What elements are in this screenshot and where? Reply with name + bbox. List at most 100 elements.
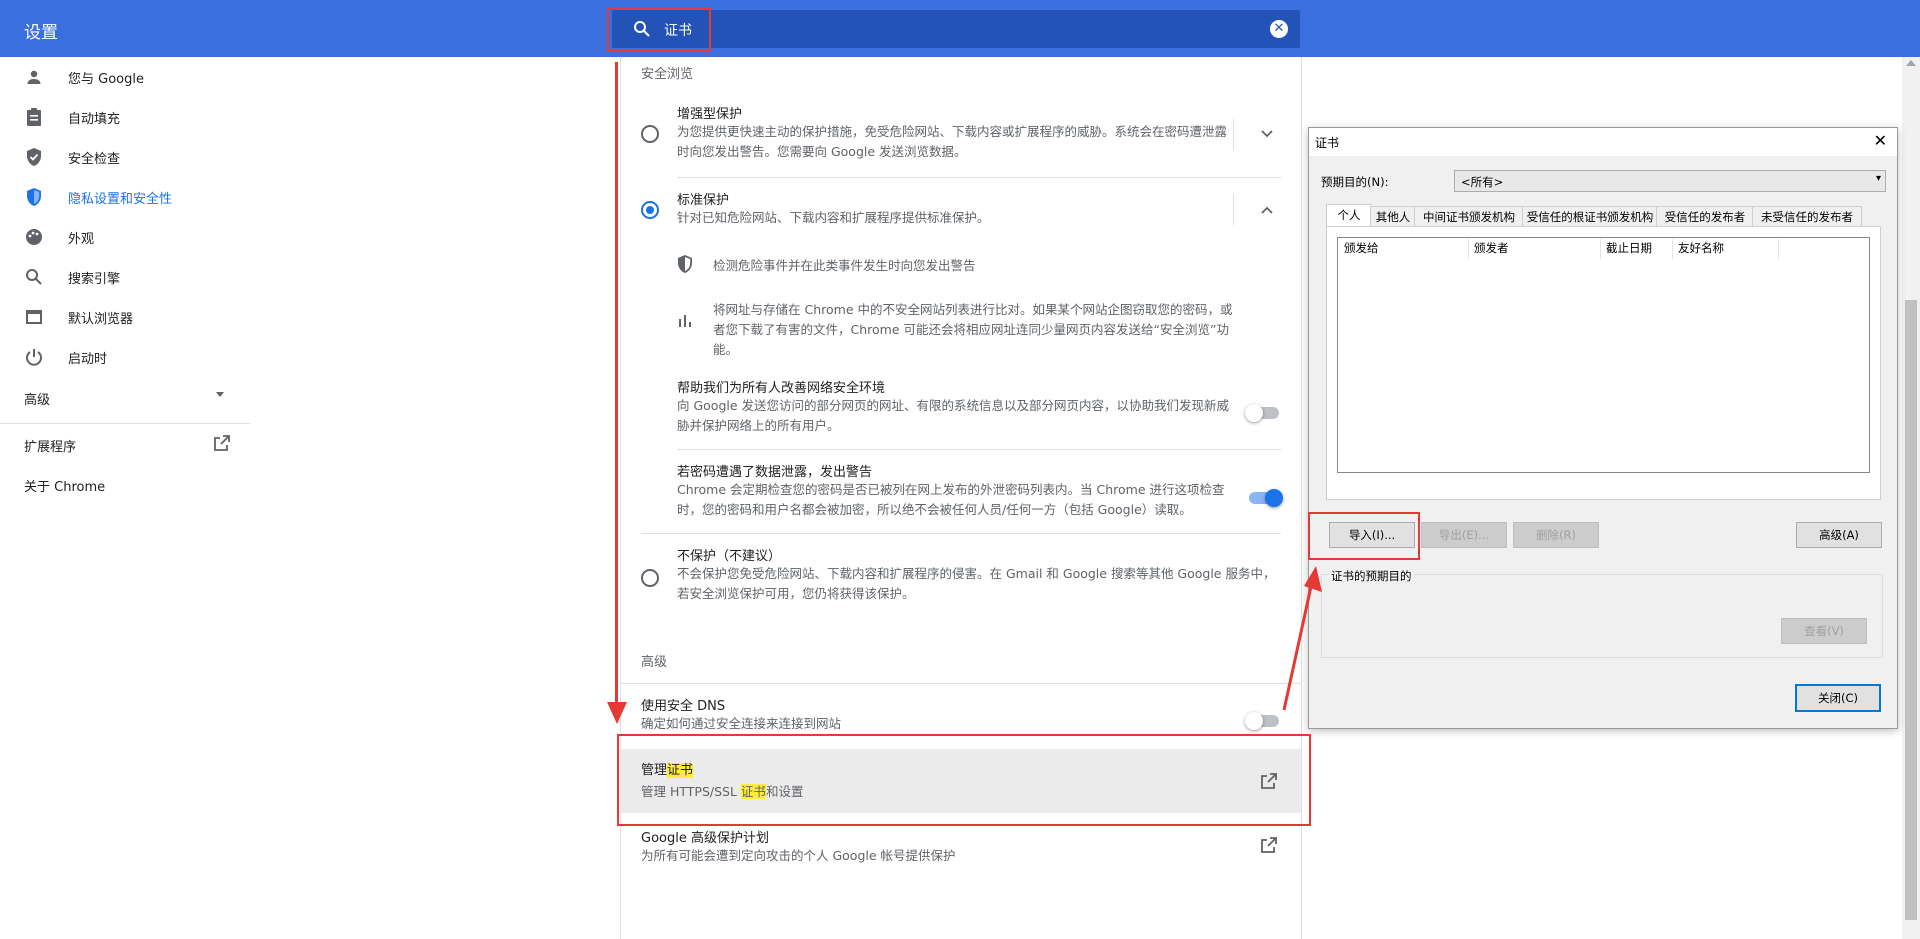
divider <box>1233 193 1234 225</box>
option-no-protection: 不保护（不建议） 不会保护您免受危险网站、下载内容和扩展程序的侵害。在 Gmai… <box>677 545 1277 604</box>
view-button[interactable]: 查看(V) <box>1781 618 1867 644</box>
option-title: 若密码遭遇了数据泄露，发出警告 <box>677 465 873 480</box>
option-desc: 确定如何通过安全连接来连接到网站 <box>641 716 842 731</box>
chevron-down-icon[interactable] <box>1261 127 1273 142</box>
power-icon <box>24 347 44 367</box>
shield-icon <box>24 187 44 207</box>
certificate-list[interactable]: 颁发给 颁发者 截止日期 友好名称 <box>1337 237 1870 473</box>
sidebar-item-advanced[interactable]: 高级 <box>0 377 250 417</box>
sidebar-item-autofill[interactable]: 自动填充 <box>0 97 250 137</box>
annotation-arrow-head-icon <box>607 702 627 724</box>
compare-text: 将网址与存储在 Chrome 中的不安全网站列表进行比对。如果某个网站企图窃取您… <box>713 302 1233 357</box>
option-advanced-protection[interactable]: Google 高级保护计划 为所有可能会遭到定向攻击的个人 Google 帐号提… <box>641 827 1201 866</box>
annotation-box-search <box>607 8 711 52</box>
option-title: 标准保护 <box>677 193 730 208</box>
external-link-icon <box>214 435 230 455</box>
page-title: 设置 <box>24 23 58 43</box>
sidebar-item-label: 安全检查 <box>68 151 121 167</box>
option-desc: 为您提供更快速主动的保护措施，免受危险网站、下载内容或扩展程序的威胁。系统会在密… <box>677 124 1228 159</box>
close-button[interactable]: 关闭(C) <box>1795 684 1881 712</box>
column-divider <box>1600 239 1601 259</box>
option-title: 不保护（不建议） <box>677 549 782 564</box>
column-friendly-name[interactable]: 友好名称 <box>1678 240 1724 256</box>
sidebar-item-extensions[interactable]: 扩展程序 <box>0 424 250 464</box>
sidebar-item-default-browser[interactable]: 默认浏览器 <box>0 297 250 337</box>
person-icon <box>24 67 44 87</box>
tab-other-people[interactable]: 其他人 <box>1370 206 1416 227</box>
remove-button[interactable]: 删除(R) <box>1513 522 1599 548</box>
scrollbar-thumb[interactable] <box>1905 300 1917 920</box>
sidebar-item-you-and-google[interactable]: 您与 Google <box>0 57 250 97</box>
column-issuer[interactable]: 颁发者 <box>1474 240 1509 256</box>
sidebar-advanced-label: 高级 <box>24 393 51 408</box>
radio-standard[interactable] <box>641 201 659 219</box>
column-divider <box>1778 239 1779 259</box>
purposes-group <box>1321 574 1883 658</box>
search-box[interactable]: 证书 ✕ <box>612 10 1300 48</box>
search-icon <box>24 267 44 287</box>
option-title: 帮助我们为所有人改善网络安全环境 <box>677 381 886 396</box>
annotation-arrow <box>615 62 618 712</box>
tab-trusted-root-ca[interactable]: 受信任的根证书颁发机构 <box>1522 206 1658 227</box>
option-leak: 若密码遭遇了数据泄露，发出警告 Chrome 会定期检查您的密码是否已被列在网上… <box>677 461 1237 520</box>
export-button[interactable]: 导出(E)... <box>1421 522 1507 548</box>
palette-icon <box>24 227 44 247</box>
dns-toggle[interactable] <box>1245 712 1279 730</box>
sidebar-item-label: 搜索引擎 <box>68 271 121 287</box>
clear-search-icon[interactable]: ✕ <box>1270 20 1288 38</box>
column-expiry[interactable]: 截止日期 <box>1606 240 1652 256</box>
option-standard: 标准保护 针对已知危险网站、下载内容和扩展程序提供标准保护。 <box>677 189 1237 228</box>
sidebar-item-label: 启动时 <box>68 351 108 367</box>
dialog-titlebar: 证书 ✕ <box>1309 128 1897 156</box>
annotation-arrow-diagonal <box>1282 566 1322 711</box>
tab-panel: 颁发给 颁发者 截止日期 友好名称 <box>1326 226 1881 500</box>
divider <box>641 533 1281 534</box>
browser-icon <box>24 307 44 327</box>
sidebar-item-appearance[interactable]: 外观 <box>0 217 250 257</box>
shield-small-icon <box>677 255 693 277</box>
column-issued-to[interactable]: 颁发给 <box>1344 240 1379 256</box>
bar-chart-icon <box>677 313 693 333</box>
external-link-icon[interactable] <box>1261 837 1277 857</box>
annotation-box-import <box>1308 512 1420 560</box>
option-desc: 针对已知危险网站、下载内容和扩展程序提供标准保护。 <box>677 210 990 225</box>
purpose-select[interactable]: <所有> ▾ <box>1454 170 1886 192</box>
radio-enhanced[interactable] <box>641 125 659 143</box>
sidebar-item-label: 自动填充 <box>68 111 121 127</box>
sidebar-item-about[interactable]: 关于 Chrome <box>0 464 250 504</box>
sidebar-extensions-label: 扩展程序 <box>24 440 77 455</box>
sidebar-item-search-engine[interactable]: 搜索引擎 <box>0 257 250 297</box>
advanced-button[interactable]: 高级(A) <box>1796 522 1882 548</box>
purpose-label: 预期目的(N): <box>1321 175 1389 189</box>
divider <box>677 449 1281 450</box>
annotation-box-manage-certificates <box>617 734 1311 826</box>
option-help: 帮助我们为所有人改善网络安全环境 向 Google 发送您访问的部分网页的网址、… <box>677 377 1237 436</box>
sidebar-about-label: 关于 Chrome <box>24 480 106 495</box>
clipboard-icon <box>24 107 44 127</box>
option-desc: 为所有可能会遭到定向攻击的个人 Google 帐号提供保护 <box>641 848 956 863</box>
option-desc: 向 Google 发送您访问的部分网页的网址、有限的系统信息以及部分网页内容，以… <box>677 398 1230 433</box>
certificate-dialog: 证书 ✕ 预期目的(N): <所有> ▾ 个人 其他人 中间证书颁发机构 受信任… <box>1308 127 1898 729</box>
sidebar-item-on-startup[interactable]: 启动时 <box>0 337 250 377</box>
shield-check-icon <box>24 147 44 167</box>
tab-untrusted-publishers[interactable]: 未受信任的发布者 <box>1752 206 1862 227</box>
option-desc: Chrome 会定期检查您的密码是否已被列在网上发布的外泄密码列表内。当 Chr… <box>677 482 1225 517</box>
close-icon[interactable]: ✕ <box>1874 131 1887 150</box>
chevron-down-icon: ▾ <box>1875 173 1881 184</box>
sidebar-item-safety-check[interactable]: 安全检查 <box>0 137 250 177</box>
option-secure-dns[interactable]: 使用安全 DNS 确定如何通过安全连接来连接到网站 <box>641 695 1201 734</box>
radio-no-protection[interactable] <box>641 569 659 587</box>
sidebar: 您与 Google 自动填充 安全检查 隐私设置和安全性 外观 搜索引擎 默认浏… <box>0 57 250 504</box>
sidebar-item-label: 外观 <box>68 231 95 247</box>
tab-personal[interactable]: 个人 <box>1326 204 1372 227</box>
chevron-up-icon[interactable] <box>1261 203 1273 218</box>
scroll-up-arrow-icon[interactable] <box>1906 60 1916 66</box>
help-toggle[interactable] <box>1245 404 1279 422</box>
option-title: 增强型保护 <box>677 107 743 122</box>
sidebar-item-privacy[interactable]: 隐私设置和安全性 <box>0 177 250 217</box>
option-enhanced: 增强型保护 为您提供更快速主动的保护措施，免受危险网站、下载内容或扩展程序的威胁… <box>677 103 1237 162</box>
tab-intermediate-ca[interactable]: 中间证书颁发机构 <box>1414 206 1524 227</box>
leak-toggle[interactable] <box>1249 489 1283 507</box>
tab-trusted-publishers[interactable]: 受信任的发布者 <box>1656 206 1754 227</box>
option-desc: 不会保护您免受危险网站、下载内容和扩展程序的侵害。在 Gmail 和 Googl… <box>677 566 1276 601</box>
